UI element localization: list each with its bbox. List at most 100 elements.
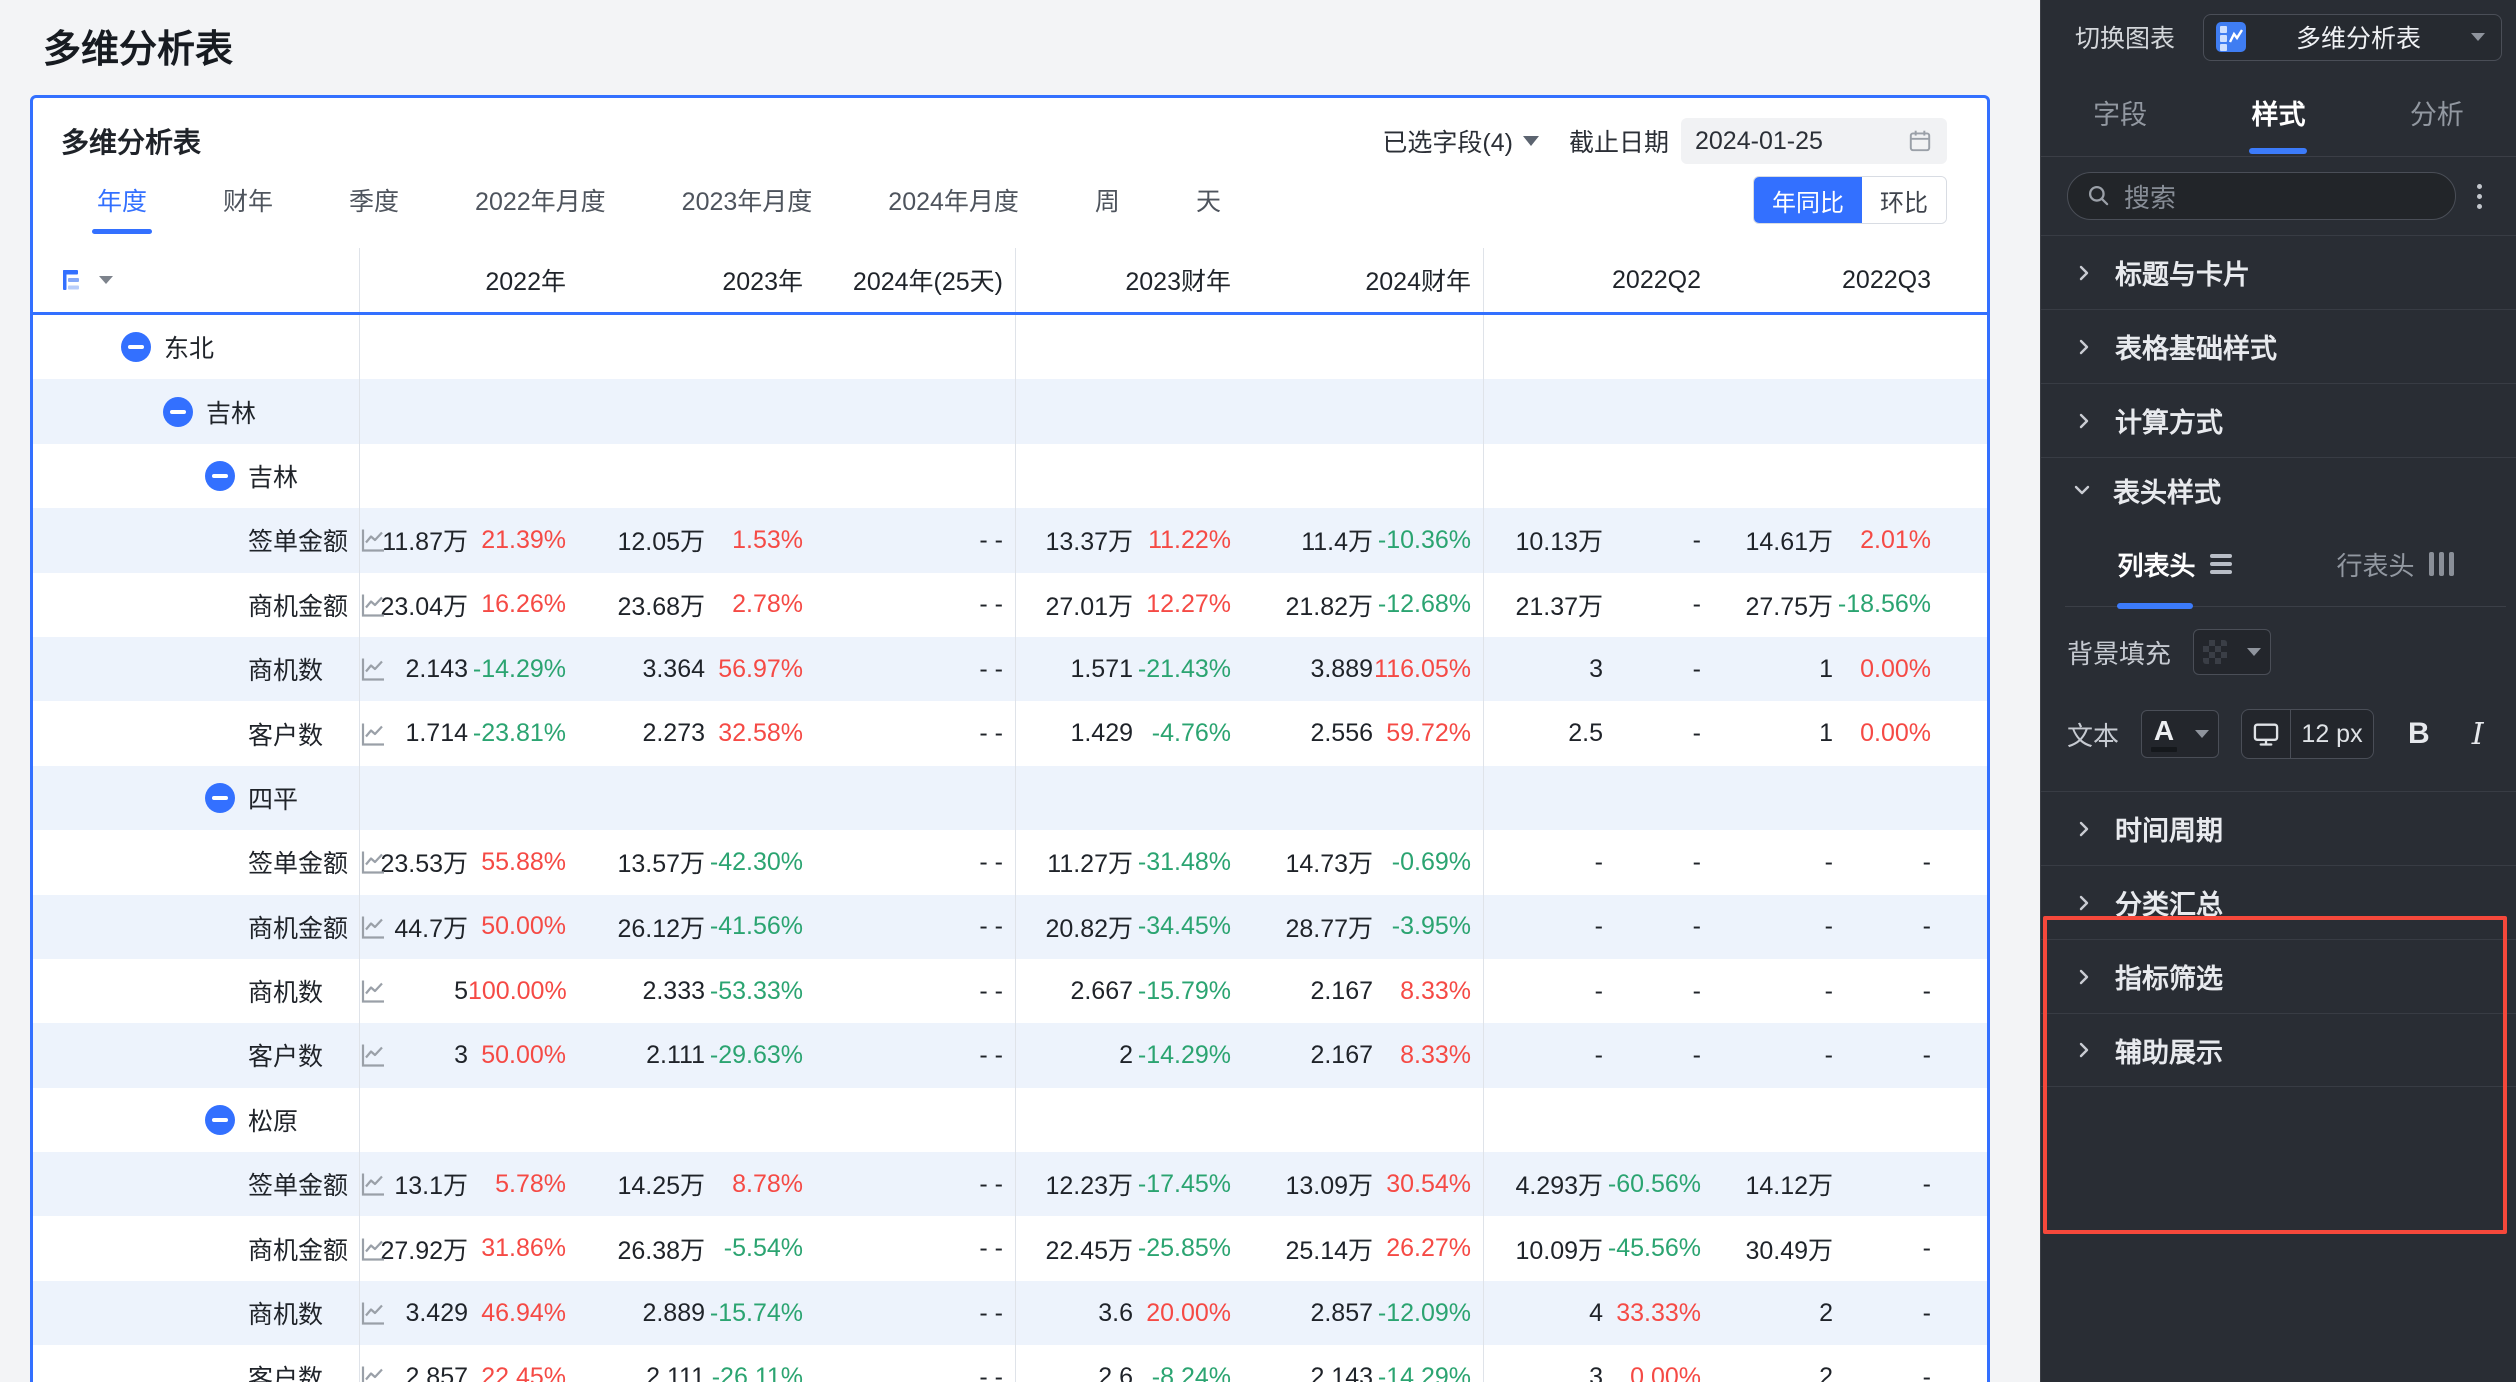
cell-percent: -26.11% xyxy=(705,1363,803,1382)
data-cell: 3- xyxy=(1483,637,1713,701)
collapse-icon[interactable] xyxy=(121,332,151,362)
period-tab[interactable]: 2022年月度 xyxy=(475,176,606,236)
text-style-row: 文本 A 12 px xyxy=(2041,709,2516,759)
section-表格基础样式[interactable]: 表格基础样式 xyxy=(2041,309,2516,383)
trend-icon[interactable] xyxy=(356,1039,389,1072)
period-tab[interactable]: 2023年月度 xyxy=(682,176,813,236)
trend-icon[interactable] xyxy=(356,653,389,686)
section-标题与卡片[interactable]: 标题与卡片 xyxy=(2041,235,2516,309)
trend-icon[interactable] xyxy=(356,1168,389,1201)
compare-option[interactable]: 环比 xyxy=(1862,177,1946,223)
screen-adapt-button[interactable] xyxy=(2242,710,2290,758)
table-header-row: 2022年2023年2024年(25天)2023财年2024财年2022Q220… xyxy=(33,248,1987,315)
section-辅助展示[interactable]: 辅助展示 xyxy=(2041,1013,2516,1087)
section-指标筛选[interactable]: 指标筛选 xyxy=(2041,939,2516,1013)
trend-icon[interactable] xyxy=(356,1232,389,1265)
search-input[interactable]: 搜索 xyxy=(2067,172,2456,220)
active-tab-underline xyxy=(92,229,152,234)
cell-percent: 8.33% xyxy=(1373,1041,1471,1070)
trend-icon[interactable] xyxy=(356,846,389,879)
section-时间周期[interactable]: 时间周期 xyxy=(2041,791,2516,865)
trend-icon[interactable] xyxy=(356,1297,389,1330)
subtab-行表头[interactable]: 行表头 xyxy=(2336,522,2453,606)
trend-icon[interactable] xyxy=(356,1361,389,1382)
section-分类汇总[interactable]: 分类汇总 xyxy=(2041,865,2516,939)
font-size-control: 12 px xyxy=(2241,709,2374,759)
data-cell xyxy=(1243,444,1483,508)
more-options-icon[interactable] xyxy=(2456,184,2502,209)
period-tab[interactable]: 年度 xyxy=(97,176,147,236)
metric-label: 商机数 xyxy=(248,651,323,687)
collapse-icon[interactable] xyxy=(163,397,193,427)
data-cell: 27.75万-18.56% xyxy=(1713,573,1943,637)
period-tab[interactable]: 周 xyxy=(1095,176,1120,236)
data-cell: 350.00% xyxy=(359,1023,578,1087)
data-cell xyxy=(1713,315,1943,379)
trend-icon[interactable] xyxy=(356,588,389,621)
trend-icon[interactable] xyxy=(356,910,389,943)
bold-button[interactable]: B xyxy=(2408,717,2430,751)
data-cell xyxy=(1483,444,1713,508)
period-tab[interactable]: 天 xyxy=(1196,176,1221,236)
data-cell: 2.5- xyxy=(1483,701,1713,765)
compare-option[interactable]: 年同比 xyxy=(1754,177,1862,223)
data-cell xyxy=(815,766,1015,830)
cell-percent: -23.81% xyxy=(468,719,566,748)
data-cell: -- xyxy=(1483,830,1713,894)
cell-percent: 8.78% xyxy=(705,1170,803,1199)
cell-percent: 11.22% xyxy=(1133,526,1231,555)
search-row: 搜索 xyxy=(2041,157,2516,235)
data-cell xyxy=(1243,1088,1483,1152)
analysis-card[interactable]: 多维分析表 已选字段(4) 截止日期 2024-01-25 xyxy=(30,95,1990,1382)
data-cell xyxy=(815,379,1015,443)
chart-type-dropdown[interactable]: 多维分析表 xyxy=(2203,14,2502,61)
metric-label: 客户数 xyxy=(248,1037,323,1073)
trend-icon[interactable] xyxy=(356,524,389,557)
panel-tab-样式[interactable]: 样式 xyxy=(2251,68,2305,156)
bg-fill-dropdown[interactable] xyxy=(2193,629,2271,675)
deadline-date-input[interactable]: 2024-01-25 xyxy=(1681,118,1947,164)
cell-percent: - xyxy=(1603,719,1701,748)
collapse-icon[interactable] xyxy=(205,461,235,491)
cell-value: - xyxy=(1713,848,1833,877)
hierarchy-icon[interactable] xyxy=(59,266,87,294)
metric-row: 客户数2.85722.45%2.111-26.11%- -2.6-8.24%2.… xyxy=(33,1345,1987,1382)
cell-value: 2.667 xyxy=(1016,977,1133,1006)
section-header-style-toggle[interactable]: 表头样式 xyxy=(2041,458,2516,522)
cell-percent: - xyxy=(1603,977,1701,1006)
panel-tab-字段[interactable]: 字段 xyxy=(2093,68,2147,156)
data-cell xyxy=(578,766,815,830)
panel-tab-分析[interactable]: 分析 xyxy=(2410,68,2464,156)
trend-icon[interactable] xyxy=(356,717,389,750)
data-cell: 13.09万30.54% xyxy=(1243,1152,1483,1216)
chevron-down-icon[interactable] xyxy=(99,276,113,284)
font-color-dropdown[interactable]: A xyxy=(2141,710,2219,758)
cell-value: 27.01万 xyxy=(1016,587,1133,623)
cell-percent: -53.33% xyxy=(705,977,803,1006)
metric-row-header: 商机金额 xyxy=(33,573,359,637)
period-tab[interactable]: 2024年月度 xyxy=(888,176,1019,236)
data-cell xyxy=(1243,766,1483,830)
period-tab[interactable]: 季度 xyxy=(349,176,399,236)
italic-button[interactable]: I xyxy=(2472,717,2484,752)
data-cell: 2.1678.33% xyxy=(1243,1023,1483,1087)
chevron-right-icon xyxy=(2073,1039,2095,1061)
section-header-style: 表头样式 列表头行表头 背景填充 文本 A xyxy=(2041,457,2516,791)
data-cell: 2.1678.33% xyxy=(1243,959,1483,1023)
data-cell: 22.45万-25.85% xyxy=(1015,1216,1243,1280)
subtab-列表头[interactable]: 列表头 xyxy=(2117,522,2231,606)
collapse-icon[interactable] xyxy=(205,1105,235,1135)
font-size-value[interactable]: 12 px xyxy=(2290,710,2373,758)
selected-fields-dropdown[interactable]: 已选字段(4) xyxy=(1382,123,1539,159)
pivot-chart-icon xyxy=(2216,22,2246,52)
data-cell: 3.36456.97% xyxy=(578,637,815,701)
cell-percent: -18.56% xyxy=(1833,590,1931,619)
collapse-icon[interactable] xyxy=(205,783,235,813)
column-header-label: 2022Q3 xyxy=(1713,266,1931,295)
data-cell xyxy=(1713,444,1943,508)
section-计算方式[interactable]: 计算方式 xyxy=(2041,383,2516,457)
data-cell: 11.87万21.39% xyxy=(359,508,578,572)
trend-icon[interactable] xyxy=(356,975,389,1008)
cell-value: - xyxy=(1713,912,1833,941)
period-tab[interactable]: 财年 xyxy=(223,176,273,236)
